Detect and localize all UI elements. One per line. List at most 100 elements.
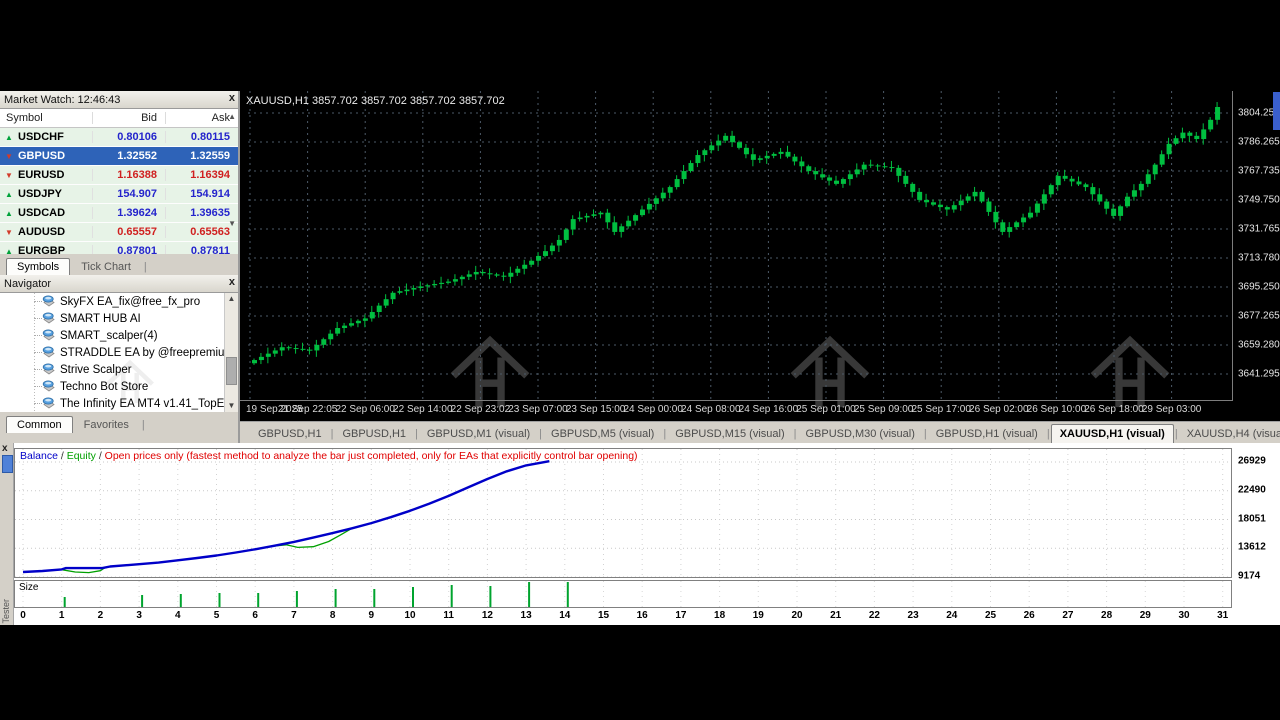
scroll-down-icon[interactable]: ▼ bbox=[228, 220, 236, 228]
bid-cell: 154.907 bbox=[92, 188, 165, 200]
legend-separator: / bbox=[96, 450, 105, 462]
tab-trailer: | bbox=[142, 259, 149, 275]
tester-x-label: 8 bbox=[330, 610, 336, 621]
chart-tab[interactable]: GBPUSD,M30 (visual) bbox=[797, 425, 922, 443]
tester-y-label: 18051 bbox=[1238, 513, 1266, 524]
tester-x-label: 13 bbox=[521, 610, 532, 621]
chart-ohlc-header: XAUUSD,H1 3857.702 3857.702 3857.702 385… bbox=[246, 95, 505, 107]
close-icon[interactable]: x bbox=[2, 443, 8, 454]
symbol-cell: ▼EURUSD bbox=[0, 169, 92, 181]
price-tick-label: 3731.765 bbox=[1238, 224, 1280, 235]
price-tick-label: 3659.280 bbox=[1238, 340, 1280, 351]
chart-tab[interactable]: GBPUSD,M15 (visual) bbox=[667, 425, 792, 443]
candlestick-chart[interactable] bbox=[248, 91, 1232, 401]
legend-equity: Equity bbox=[67, 450, 96, 462]
expert-advisor-icon bbox=[42, 329, 56, 342]
chart-window[interactable]: XAUUSD,H1 3857.702 3857.702 3857.702 385… bbox=[240, 91, 1280, 421]
chart-tab[interactable]: GBPUSD,H1 bbox=[250, 425, 330, 443]
tester-x-label: 17 bbox=[675, 610, 686, 621]
time-tick-label: 26 Sep 02:00 bbox=[969, 404, 1029, 415]
price-tick-label: 3713.780 bbox=[1238, 253, 1280, 264]
column-bid[interactable]: Bid bbox=[92, 112, 165, 124]
arrow-down-icon: ▼ bbox=[4, 228, 14, 237]
time-tick-label: 21 Sep 22:05 bbox=[278, 404, 338, 415]
bid-cell: 0.80106 bbox=[92, 131, 165, 143]
tester-x-label: 28 bbox=[1101, 610, 1112, 621]
symbol-name: USDCHF bbox=[18, 131, 64, 143]
time-axis[interactable]: 19 Sep 202521 Sep 22:0522 Sep 06:0022 Se… bbox=[240, 400, 1232, 422]
arrow-up-icon: ▲ bbox=[4, 190, 14, 199]
symbol-cell: ▼AUDUSD bbox=[0, 226, 92, 238]
tester-x-label: 27 bbox=[1062, 610, 1073, 621]
navigator-ea-item[interactable]: SMART HUB AI bbox=[0, 310, 238, 327]
navigator-ea-item[interactable]: STRADDLE EA by @freepremium bbox=[0, 344, 238, 361]
tester-graph[interactable] bbox=[14, 448, 1232, 578]
tab-symbols[interactable]: Symbols bbox=[6, 258, 70, 275]
market-watch-row[interactable]: ▲USDCHF0.801060.80115 bbox=[0, 128, 238, 147]
tester-x-label: 18 bbox=[714, 610, 725, 621]
price-axis[interactable]: 3804.2503786.2653767.7353749.7503731.765… bbox=[1232, 91, 1280, 401]
symbol-name: EURUSD bbox=[18, 169, 64, 181]
ask-cell: 154.914 bbox=[165, 188, 238, 200]
scrollbar-thumb[interactable] bbox=[226, 357, 237, 385]
market-watch-titlebar: Market Watch: 12:46:43 x bbox=[0, 91, 238, 109]
navigator-ea-item[interactable]: SMART_scalper(4) bbox=[0, 327, 238, 344]
ea-name: SMART HUB AI bbox=[60, 313, 141, 325]
tester-strip-marker[interactable] bbox=[2, 455, 13, 473]
close-icon[interactable]: x bbox=[229, 276, 235, 288]
tab-favorites[interactable]: Favorites bbox=[73, 416, 140, 433]
tab-tick-chart[interactable]: Tick Chart bbox=[70, 258, 142, 275]
chart-tab[interactable]: GBPUSD,H1 bbox=[334, 425, 414, 443]
close-icon[interactable]: x bbox=[229, 92, 235, 104]
size-panel[interactable]: Size bbox=[14, 580, 1232, 608]
market-watch-row[interactable]: ▲EURGBP0.878010.87811 bbox=[0, 242, 238, 254]
balance-equity-chart bbox=[15, 449, 1231, 577]
navigator-ea-item[interactable]: Techno Bot Store bbox=[0, 378, 238, 395]
market-watch-row[interactable]: ▲USDCAD1.396241.39635 bbox=[0, 204, 238, 223]
chart-tab[interactable]: GBPUSD,M5 (visual) bbox=[543, 425, 662, 443]
tester-x-label: 21 bbox=[830, 610, 841, 621]
column-ask[interactable]: Ask bbox=[165, 112, 238, 124]
symbol-cell: ▲EURGBP bbox=[0, 245, 92, 254]
market-watch-row[interactable]: ▲USDJPY154.907154.914 bbox=[0, 185, 238, 204]
column-symbol[interactable]: Symbol bbox=[0, 112, 92, 124]
tester-x-label: 19 bbox=[753, 610, 764, 621]
legend-separator: / bbox=[58, 450, 67, 462]
tester-x-label: 26 bbox=[1024, 610, 1035, 621]
market-watch-row[interactable]: ▼AUDUSD0.655570.65563 bbox=[0, 223, 238, 242]
tester-x-label: 30 bbox=[1178, 610, 1189, 621]
time-tick-label: 22 Sep 06:00 bbox=[335, 404, 395, 415]
market-watch-row[interactable]: ▼GBPUSD1.325521.32559 bbox=[0, 147, 238, 166]
price-tick-label: 3749.750 bbox=[1238, 195, 1280, 206]
chart-vertical-scrollbar[interactable] bbox=[1273, 92, 1280, 130]
time-tick-label: 24 Sep 08:00 bbox=[681, 404, 741, 415]
tester-x-label: 2 bbox=[98, 610, 104, 621]
navigator-ea-item[interactable]: SkyFX EA_fix@free_fx_pro bbox=[0, 293, 238, 310]
tester-x-label: 24 bbox=[946, 610, 957, 621]
tester-y-label: 13612 bbox=[1238, 542, 1266, 553]
chart-tab[interactable]: GBPUSD,M1 (visual) bbox=[419, 425, 538, 443]
navigator-ea-item[interactable]: The Infinity EA MT4 v1.41_TopE bbox=[0, 395, 238, 412]
symbol-name: GBPUSD bbox=[18, 150, 65, 162]
scroll-up-icon[interactable]: ▲ bbox=[228, 113, 236, 121]
price-tick-label: 3767.735 bbox=[1238, 166, 1280, 177]
expert-advisor-icon bbox=[42, 312, 56, 325]
chart-tab[interactable]: XAUUSD,H1 (visual) bbox=[1051, 424, 1174, 443]
expert-advisor-icon bbox=[42, 363, 56, 376]
market-watch-row[interactable]: ▼EURUSD1.163881.16394 bbox=[0, 166, 238, 185]
navigator-tabs: CommonFavorites| bbox=[0, 412, 238, 433]
tab-common[interactable]: Common bbox=[6, 416, 73, 433]
tester-x-label: 10 bbox=[404, 610, 415, 621]
legend-note: Open prices only (fastest method to anal… bbox=[105, 450, 638, 462]
arrow-up-icon: ▲ bbox=[4, 133, 14, 142]
market-watch-header[interactable]: Symbol Bid Ask ▲ bbox=[0, 109, 238, 128]
scroll-up-icon[interactable]: ▲ bbox=[225, 294, 238, 304]
scroll-down-icon[interactable]: ▼ bbox=[225, 401, 238, 411]
ea-name: Techno Bot Store bbox=[60, 381, 148, 393]
tester-x-label: 25 bbox=[985, 610, 996, 621]
chart-tab[interactable]: GBPUSD,H1 (visual) bbox=[928, 425, 1046, 443]
navigator-ea-item[interactable]: Strive Scalper bbox=[0, 361, 238, 378]
navigator-scrollbar[interactable]: ▲ ▼ bbox=[224, 293, 238, 412]
chart-tab[interactable]: XAUUSD,H4 (visual) bbox=[1179, 425, 1280, 443]
bid-cell: 0.87801 bbox=[92, 245, 165, 254]
